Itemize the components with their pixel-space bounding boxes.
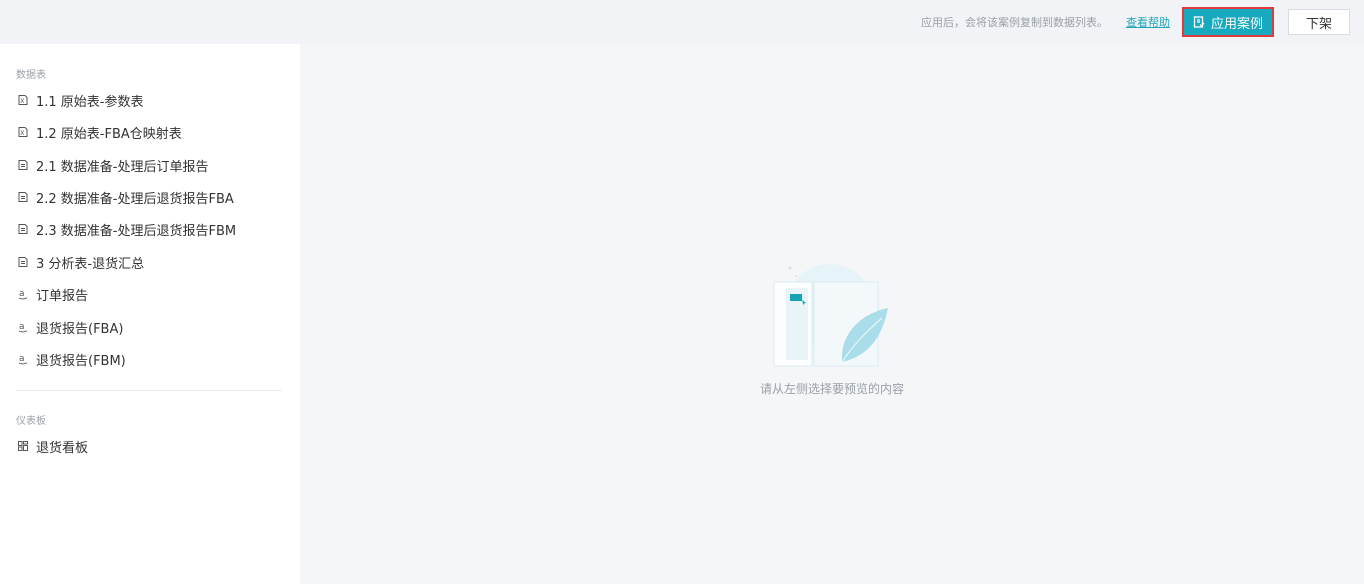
svg-text:X: X: [20, 130, 24, 137]
svg-text:X: X: [20, 98, 24, 105]
section-divider: [16, 390, 282, 391]
svg-text:a: a: [19, 354, 25, 364]
sidebar-item-label: 2.3 数据准备-处理后退货报告FBM: [36, 223, 237, 239]
sidebar-item-label: 订单报告: [36, 288, 89, 304]
dashboard-icon: [17, 440, 29, 452]
sidebar-item-label: 3 分析表-退货汇总: [36, 256, 145, 272]
document-icon: [17, 223, 29, 235]
apply-case-button[interactable]: 应用案例: [1182, 7, 1274, 37]
sidebar-item-label: 退货报告(FBA): [36, 321, 124, 337]
sidebar-item-label: 退货报告(FBM): [36, 353, 126, 369]
sidebar-item-label: 2.2 数据准备-处理后退货报告FBA: [36, 191, 234, 207]
offline-button[interactable]: 下架: [1288, 9, 1350, 35]
sidebar-item-label: 退货看板: [36, 440, 89, 456]
sidebar-item-return-report-fba[interactable]: a 退货报告(FBA): [0, 315, 300, 339]
sidebar-item-order-report-processed[interactable]: 2.1 数据准备-处理后订单报告: [0, 153, 300, 177]
preview-area: 请从左侧选择要预览的内容: [300, 44, 1364, 584]
amazon-icon: a: [17, 353, 29, 365]
sidebar-item-return-dashboard[interactable]: 退货看板: [0, 434, 300, 458]
empty-state-text: 请从左侧选择要预览的内容: [759, 382, 904, 396]
apply-icon: [1193, 16, 1205, 28]
sidebar-item-return-summary[interactable]: 3 分析表-退货汇总: [0, 250, 300, 274]
sidebar-item-label: 1.1 原始表-参数表: [36, 94, 144, 110]
excel-icon: X: [17, 94, 29, 106]
sidebar-item-fba-mapping[interactable]: X 1.2 原始表-FBA仓映射表: [0, 120, 300, 144]
sidebar-item-return-report-fbm[interactable]: a 退货报告(FBM): [0, 347, 300, 371]
sidebar-item-order-report[interactable]: a 订单报告: [0, 282, 300, 306]
help-link[interactable]: 查看帮助: [1126, 14, 1170, 30]
svg-text:a: a: [19, 322, 25, 332]
amazon-icon: a: [17, 288, 29, 300]
apply-case-label: 应用案例: [1210, 16, 1263, 32]
document-icon: [17, 256, 29, 268]
top-toolbar: 应用后，会将该案例复制到数据列表。 查看帮助 应用案例 下架: [0, 0, 1364, 44]
sidebar-item-param-table[interactable]: X 1.1 原始表-参数表: [0, 88, 300, 112]
document-icon: [17, 191, 29, 203]
sidebar: 数据表 X 1.1 原始表-参数表 X 1.2 原始表-FBA仓映射表 2.1 …: [0, 44, 300, 584]
amazon-icon: a: [17, 321, 29, 333]
datatable-section-title: 数据表: [16, 70, 46, 81]
sidebar-item-label: 1.2 原始表-FBA仓映射表: [36, 126, 182, 142]
sidebar-item-label: 2.1 数据准备-处理后订单报告: [36, 159, 209, 175]
sidebar-item-return-fba-processed[interactable]: 2.2 数据准备-处理后退货报告FBA: [0, 185, 300, 209]
svg-text:a: a: [19, 289, 25, 299]
excel-icon: X: [17, 126, 29, 138]
document-icon: [17, 159, 29, 171]
sidebar-item-return-fbm-processed[interactable]: 2.3 数据准备-处理后退货报告FBM: [0, 217, 300, 241]
empty-state-illustration: [770, 264, 894, 370]
dashboard-section-title: 仪表板: [16, 416, 46, 427]
apply-tip: 应用后，会将该案例复制到数据列表。: [921, 16, 1108, 29]
